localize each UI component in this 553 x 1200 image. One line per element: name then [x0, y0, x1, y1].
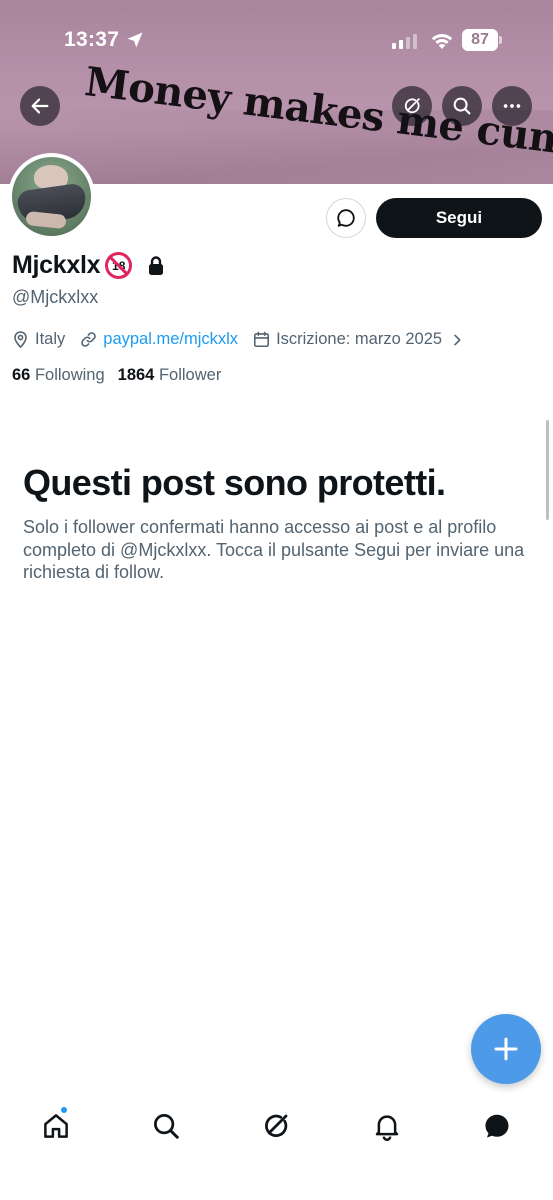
avatar[interactable] — [8, 153, 95, 240]
location-arrow-icon — [127, 32, 143, 48]
profile-meta: Italy paypal.me/mjckxlx Iscrizione: marz… — [11, 330, 465, 349]
link-icon — [81, 332, 97, 347]
following-count: 66 — [12, 366, 31, 384]
status-time-group: 13:37 — [64, 28, 145, 52]
tab-search[interactable] — [148, 1108, 184, 1144]
search-button[interactable] — [442, 86, 482, 126]
bell-icon — [375, 1115, 399, 1141]
adult-content-badge: 18 — [105, 252, 133, 279]
chevron-right-icon — [454, 334, 461, 345]
scroll-indicator[interactable] — [546, 420, 549, 520]
following-label: Following — [34, 366, 105, 384]
calendar-icon — [254, 331, 270, 348]
followers-stat[interactable]: 1864 Follower — [118, 366, 222, 385]
protected-title: Questi post sono protetti. — [23, 462, 446, 503]
home-icon — [44, 1114, 68, 1138]
website-link[interactable]: paypal.me/mjckxlx — [79, 330, 238, 349]
profile-handle: @Mjckxlxx — [12, 287, 99, 307]
tab-messages[interactable] — [479, 1108, 515, 1144]
display-name: Mjckxlx — [12, 251, 101, 280]
messages-icon — [485, 1114, 509, 1138]
followers-label: Follower — [158, 366, 222, 384]
joined-date-text: Iscrizione: marzo 2025 — [276, 330, 443, 348]
search-icon — [453, 97, 471, 115]
adult-badge-label: 18 — [112, 258, 126, 273]
more-button[interactable] — [492, 86, 532, 126]
location-text: Italy — [35, 330, 66, 348]
follow-button[interactable]: Segui — [376, 198, 542, 238]
notification-dot — [60, 1106, 68, 1114]
lock-icon — [149, 255, 164, 275]
status-bar: 13:37 87 — [0, 24, 553, 58]
wifi-icon — [431, 34, 453, 49]
following-stat[interactable]: 66 Following — [12, 366, 105, 385]
message-button[interactable] — [326, 198, 366, 238]
bottom-tab-bar — [0, 1098, 553, 1156]
plus-icon — [494, 1037, 518, 1061]
avatar-image — [12, 157, 91, 236]
search-icon — [154, 1114, 179, 1139]
display-name-text: Mjckxlx — [12, 251, 101, 279]
back-button[interactable] — [20, 86, 60, 126]
message-icon — [337, 209, 355, 227]
grok-icon — [404, 98, 420, 114]
location-pin-icon — [14, 331, 27, 348]
website-link-text[interactable]: paypal.me/mjckxlx — [103, 330, 238, 349]
battery-indicator: 87 — [462, 29, 502, 51]
location-item: Italy — [11, 330, 65, 349]
compose-button[interactable] — [471, 1014, 541, 1084]
more-icon — [503, 104, 521, 108]
joined-date-item[interactable]: Iscrizione: marzo 2025 — [252, 330, 465, 349]
tab-home[interactable] — [38, 1106, 74, 1144]
tab-grok[interactable] — [258, 1108, 294, 1144]
followers-count: 1864 — [117, 366, 155, 384]
battery-level: 87 — [462, 29, 498, 51]
back-arrow-icon — [31, 98, 49, 114]
follow-stats: 66 Following 1864 Follower — [12, 366, 221, 385]
tab-notifications[interactable] — [369, 1108, 405, 1144]
grok-button[interactable] — [392, 86, 432, 126]
profile-name-row: Mjckxlx 18 — [12, 251, 166, 280]
protected-description: Solo i follower confermati hanno accesso… — [23, 517, 525, 582]
status-time: 13:37 — [64, 28, 120, 51]
grok-icon — [265, 1114, 288, 1137]
cellular-signal-icon — [392, 33, 417, 49]
